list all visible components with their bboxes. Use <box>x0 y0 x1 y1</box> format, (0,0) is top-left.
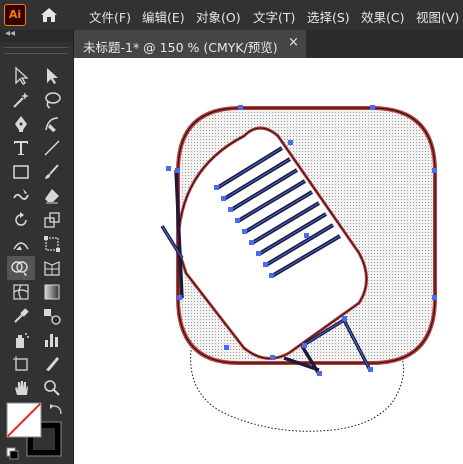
tools-panel-header[interactable]: ◂◂ <box>0 28 73 42</box>
scale-tool-icon[interactable] <box>40 208 64 230</box>
artboard-canvas[interactable] <box>74 58 463 464</box>
pen-tool-icon[interactable] <box>9 112 33 134</box>
document-tab-title: 未标题-1* @ 150 % (CMYK/预览) <box>83 40 278 55</box>
lasso-tool-icon[interactable] <box>40 88 64 110</box>
width-tool-icon[interactable] <box>9 232 33 254</box>
slice-tool-icon[interactable] <box>40 352 64 374</box>
close-icon[interactable]: × <box>288 35 299 50</box>
symbol-sprayer-tool-icon[interactable] <box>9 328 33 350</box>
fill-stroke-swatches[interactable] <box>5 400 69 460</box>
app-logo: Ai <box>4 4 26 26</box>
zoom-tool-icon[interactable] <box>40 376 64 398</box>
mesh-tool-icon[interactable] <box>9 280 33 302</box>
tools-panel: ◂◂ <box>0 28 74 464</box>
document-tab[interactable]: 未标题-1* @ 150 % (CMYK/预览) × <box>74 30 306 58</box>
shaper-tool-icon[interactable] <box>9 184 33 206</box>
menu-select[interactable]: 选择(S) <box>307 7 350 26</box>
menu-view[interactable]: 视图(V) <box>416 7 459 26</box>
type-tool-icon[interactable] <box>9 136 33 158</box>
menu-edit[interactable]: 编辑(E) <box>142 7 185 26</box>
selection-tool-icon[interactable] <box>9 64 33 86</box>
shape-builder-tool-icon[interactable] <box>7 256 35 280</box>
paintbrush-tool-icon[interactable] <box>40 160 64 182</box>
blend-tool-icon[interactable] <box>40 304 64 326</box>
rectangle-tool-icon[interactable] <box>9 160 33 182</box>
curvature-tool-icon[interactable] <box>40 112 64 134</box>
collapse-icon[interactable]: ◂◂ <box>5 28 15 39</box>
home-icon[interactable] <box>38 5 60 25</box>
artboard-tool-icon[interactable] <box>9 352 33 374</box>
artwork[interactable] <box>74 58 463 464</box>
panel-grip[interactable] <box>4 47 68 54</box>
eyedropper-tool-icon[interactable] <box>9 304 33 326</box>
document-tab-bar: 未标题-1* @ 150 % (CMYK/预览) × <box>74 30 463 58</box>
hand-tool-icon[interactable] <box>9 376 33 398</box>
menu-bar: Ai 文件(F) 编辑(E) 对象(O) 文字(T) 选择(S) 效果(C) 视… <box>0 0 463 30</box>
magic-wand-tool-icon[interactable] <box>9 88 33 110</box>
perspective-grid-tool-icon[interactable] <box>40 256 64 278</box>
menu-type[interactable]: 文字(T) <box>253 7 295 26</box>
direct-selection-tool-icon[interactable] <box>40 64 64 86</box>
gradient-tool-icon[interactable] <box>40 280 64 302</box>
eraser-tool-icon[interactable] <box>40 184 64 206</box>
rotate-tool-icon[interactable] <box>9 208 33 230</box>
free-transform-tool-icon[interactable] <box>40 232 64 254</box>
menu-effect[interactable]: 效果(C) <box>361 7 404 26</box>
menu-file[interactable]: 文件(F) <box>89 7 131 26</box>
menu-object[interactable]: 对象(O) <box>196 7 241 26</box>
line-segment-tool-icon[interactable] <box>40 136 64 158</box>
column-graph-tool-icon[interactable] <box>40 328 64 350</box>
